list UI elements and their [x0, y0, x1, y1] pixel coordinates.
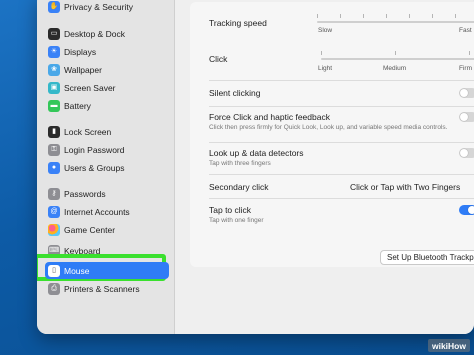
system-settings-window: ✋ Privacy & Security ▭ Desktop & Dock ☀ …	[37, 0, 474, 334]
look-up-row: Look up & data detectors Tap with three …	[209, 148, 474, 168]
click-label: Click	[209, 54, 228, 64]
lock-icon: ▮	[48, 125, 60, 138]
sidebar-item-label: Battery	[64, 100, 91, 111]
tap-to-click-label: Tap to click	[209, 205, 252, 215]
tracking-speed-label: Tracking speed	[209, 18, 267, 28]
slider-tick	[363, 14, 364, 18]
sidebar-item-users-groups[interactable]: ● Users & Groups	[45, 159, 169, 176]
sidebar-item-label: Passwords	[64, 188, 106, 199]
slider-tick	[386, 14, 387, 18]
toggle-knob	[460, 113, 468, 121]
settings-pane: Tracking speed Slow Fast Click Light Med…	[175, 0, 474, 334]
sidebar-item-label: Screen Saver	[64, 82, 116, 93]
game-center-icon	[48, 223, 60, 236]
toggle-knob	[460, 149, 468, 157]
light-label: Light	[318, 65, 333, 72]
mouse-icon: ▯	[48, 264, 60, 277]
sidebar-item-label: Desktop & Dock	[64, 28, 125, 39]
sidebar-item-mouse[interactable]: ▯ Mouse	[45, 262, 169, 279]
sidebar-item-desktop-dock[interactable]: ▭ Desktop & Dock	[45, 25, 169, 42]
screensaver-icon: ▣	[48, 81, 60, 94]
tracking-speed-slider[interactable]	[317, 21, 474, 23]
divider	[209, 174, 474, 175]
sidebar: ✋ Privacy & Security ▭ Desktop & Dock ☀ …	[37, 0, 175, 334]
printer-icon: ⎙	[48, 282, 60, 295]
toggle-knob	[468, 206, 474, 214]
secondary-click-select[interactable]: Click or Tap with Two Fingers	[350, 182, 460, 192]
slider-tick	[340, 14, 341, 18]
sidebar-item-internet-accounts[interactable]: @ Internet Accounts	[45, 203, 169, 220]
sidebar-item-label: Login Password	[64, 144, 125, 155]
tap-to-click-description: Tap with one finger	[209, 217, 264, 224]
sidebar-item-wallpaper[interactable]: ❀ Wallpaper	[45, 61, 169, 78]
sidebar-item-privacy-security[interactable]: ✋ Privacy & Security	[45, 0, 169, 15]
sidebar-item-battery[interactable]: ▬ Battery	[45, 97, 169, 114]
force-click-row: Force Click and haptic feedback Click th…	[209, 112, 464, 132]
slider-tick	[432, 14, 433, 18]
tap-to-click-toggle[interactable]	[459, 205, 474, 215]
key-icon: ⚿	[48, 143, 60, 156]
sidebar-item-label: Game Center	[64, 224, 116, 235]
display-icon: ☀	[48, 45, 60, 58]
tracking-speed-row: Tracking speed	[209, 18, 474, 28]
sidebar-item-label: Users & Groups	[64, 162, 125, 173]
click-slider[interactable]	[321, 58, 474, 60]
force-click-toggle[interactable]	[459, 112, 474, 122]
silent-clicking-row: Silent clicking	[209, 88, 474, 98]
wallpaper-icon: ❀	[48, 63, 60, 76]
divider	[209, 80, 474, 81]
slider-tick	[317, 14, 318, 18]
secondary-click-label: Secondary click	[209, 182, 269, 192]
silent-clicking-label: Silent clicking	[209, 88, 261, 98]
force-click-label: Force Click and haptic feedback	[209, 112, 330, 122]
divider	[209, 106, 474, 107]
medium-label: Medium	[383, 65, 407, 72]
set-up-bluetooth-trackpad-button[interactable]: Set Up Bluetooth Trackpad...	[380, 250, 474, 265]
sidebar-item-login-password[interactable]: ⚿ Login Password	[45, 141, 169, 158]
sidebar-item-label: Privacy & Security	[64, 1, 133, 12]
slider-tick	[409, 14, 410, 18]
slider-tick	[455, 14, 456, 18]
silent-clicking-toggle[interactable]	[459, 88, 474, 98]
look-up-toggle[interactable]	[459, 148, 474, 158]
sidebar-item-label: Internet Accounts	[64, 206, 130, 217]
sidebar-item-label: Printers & Scanners	[64, 283, 140, 294]
sidebar-item-lock-screen[interactable]: ▮ Lock Screen	[45, 123, 169, 140]
sidebar-item-printers-scanners[interactable]: ⎙ Printers & Scanners	[45, 280, 169, 297]
sidebar-item-screen-saver[interactable]: ▣ Screen Saver	[45, 79, 169, 96]
divider	[209, 198, 474, 199]
hand-icon: ✋	[48, 0, 60, 13]
sidebar-item-label: Mouse	[64, 265, 90, 276]
slider-tick	[395, 51, 396, 55]
dock-icon: ▭	[48, 27, 60, 40]
slow-label: Slow	[318, 27, 333, 34]
sidebar-item-passwords[interactable]: ⚷ Passwords	[45, 185, 169, 202]
slider-tick	[321, 51, 322, 55]
fast-label: Fast	[459, 27, 472, 34]
firm-label: Firm	[459, 65, 472, 72]
sidebar-item-label: Wallpaper	[64, 64, 102, 75]
battery-icon: ▬	[48, 99, 60, 112]
sidebar-item-label: Lock Screen	[64, 126, 112, 137]
settings-group: Tracking speed Slow Fast Click Light Med…	[190, 2, 474, 267]
look-up-description: Tap with three fingers	[209, 160, 271, 167]
toggle-knob	[460, 89, 468, 97]
look-up-label: Look up & data detectors	[209, 148, 304, 158]
users-icon: ●	[48, 161, 60, 174]
sidebar-item-displays[interactable]: ☀ Displays	[45, 43, 169, 60]
wikihow-watermark: wikiHow	[427, 339, 470, 352]
at-icon: @	[48, 205, 60, 218]
force-click-description: Click then press firmly for Quick Look, …	[209, 124, 448, 131]
tap-to-click-row: Tap to click Tap with one finger	[209, 205, 474, 225]
divider	[209, 142, 474, 143]
slider-tick	[469, 51, 470, 55]
passwords-icon: ⚷	[48, 187, 60, 200]
sidebar-item-label: Displays	[64, 46, 97, 57]
sidebar-item-game-center[interactable]: Game Center	[45, 221, 169, 238]
